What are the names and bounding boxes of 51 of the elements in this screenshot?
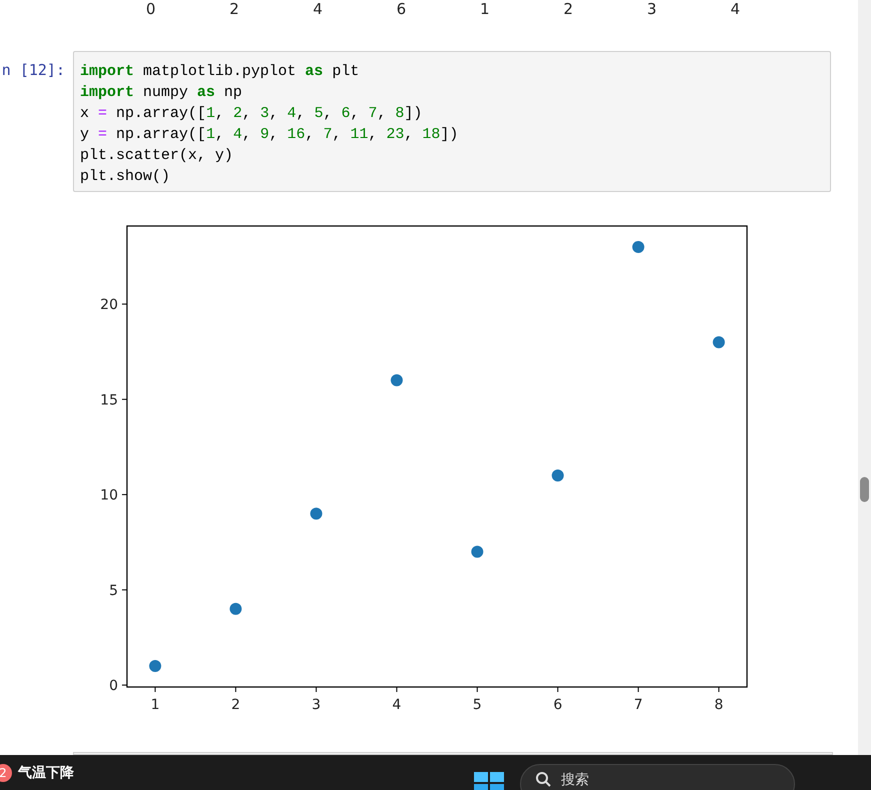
x-tick-label: 4	[392, 697, 402, 713]
tick-mark	[122, 494, 128, 496]
tick-mark	[557, 686, 558, 692]
y-tick-label: 20	[100, 297, 118, 314]
windows-icon[interactable]	[474, 772, 504, 790]
x-tick-label: 5	[472, 697, 482, 713]
tick-mark	[718, 686, 720, 692]
code-line: y = np.array([1, 4, 9, 16, 7, 11, 23, 18])	[80, 125, 460, 145]
code-cell[interactable]: import matplotlib.pyplot as plt import numpy as np x = np.array([1, 2, 3, 4, 5, 6, 7, 8]) y = np.array([1, 4, 9, 16, 7, 11, 23, 18]) plt.scatter(x, y) plt.show()	[73, 51, 831, 192]
tick-mark	[638, 686, 639, 692]
x-tick-label: 2	[231, 697, 240, 713]
tick-mark	[476, 686, 478, 692]
tick-mark	[122, 304, 128, 305]
tick-mark	[396, 686, 398, 692]
search-field[interactable]: 搜索	[520, 764, 795, 790]
axis-tick-label: 1	[480, 0, 491, 18]
scrollbar-thumb[interactable]	[860, 477, 869, 502]
x-tick-label: 3	[312, 697, 321, 713]
tick-mark	[154, 686, 156, 692]
y-tick-label: 15	[100, 392, 118, 408]
code-line: x = np.array([1, 2, 3, 4, 5, 6, 7, 8])	[80, 104, 424, 124]
x-tick-label: 1	[150, 697, 160, 713]
axis-tick-label: 2	[230, 0, 240, 18]
code-cell[interactable]	[73, 752, 833, 755]
y-tick-label: 0	[109, 678, 118, 694]
axis-tick-label: 4	[730, 0, 742, 18]
weather-text[interactable]: 气温下降	[18, 764, 74, 782]
x-tick-label: 8	[714, 697, 724, 713]
axis-tick-label: 6	[396, 0, 408, 18]
cell-prompt: n [12]:	[0, 60, 66, 81]
tick-mark	[235, 686, 236, 692]
tick-mark	[122, 684, 128, 686]
axis-tick-label: 0	[146, 0, 157, 18]
y-tick-label: 10	[100, 488, 118, 504]
axis-tick-label: 2	[564, 0, 574, 18]
x-tick-label: 7	[634, 697, 643, 713]
code-line: plt.show()	[80, 167, 172, 187]
tick-mark	[316, 686, 317, 692]
axis-tick-label: 3	[647, 0, 658, 18]
tick-mark	[122, 398, 128, 400]
scrollbar[interactable]	[858, 0, 871, 755]
search-icon	[535, 770, 551, 786]
search-placeholder: 搜索	[561, 770, 589, 788]
tick-mark	[122, 589, 128, 590]
y-tick-label: 5	[109, 582, 118, 599]
code-line: import matplotlib.pyplot as plt	[80, 62, 360, 82]
x-tick-label: 6	[553, 697, 562, 713]
code-line: plt.scatter(x, y)	[80, 146, 234, 166]
axis-tick-label: 4	[313, 0, 324, 18]
code-line: import numpy as np	[80, 83, 244, 103]
weather-badge: 2	[0, 764, 12, 782]
